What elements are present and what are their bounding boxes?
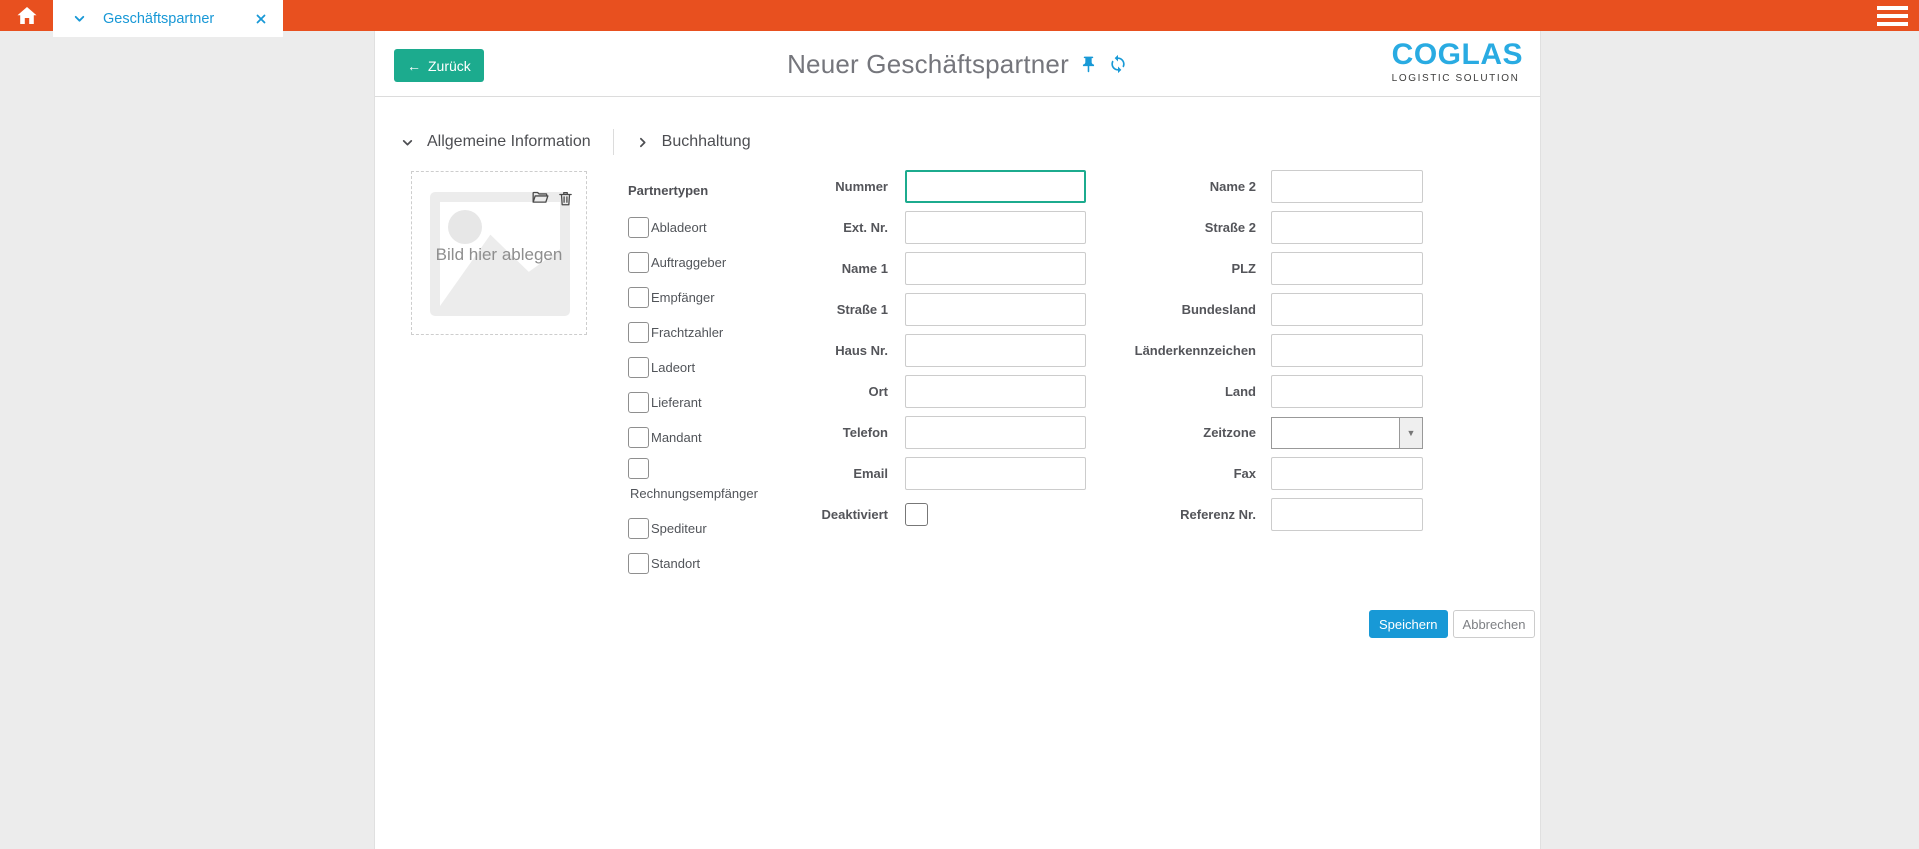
save-button[interactable]: Speichern (1369, 610, 1448, 638)
referenz-nr-field[interactable] (1271, 498, 1423, 531)
topbar: Geschäftspartner (0, 0, 1919, 31)
chevron-down-icon (401, 136, 414, 149)
field-label: PLZ (1025, 261, 1271, 276)
strasse-2-field[interactable] (1271, 211, 1423, 244)
logo-tagline: LOGISTIC SOLUTION (1392, 73, 1523, 84)
hamburger-menu-icon (1877, 6, 1908, 26)
field-label: Bundesland (1025, 302, 1271, 317)
checkbox[interactable] (628, 553, 649, 574)
field-label: Zeitzone (1025, 425, 1271, 440)
field-label: Ort (645, 384, 905, 399)
home-button[interactable] (0, 0, 53, 31)
form-row-laenderkennzeichen: Länderkennzeichen (1025, 334, 1423, 367)
pin-icon[interactable] (1079, 55, 1098, 74)
home-icon (14, 4, 40, 28)
form-row-fax: Fax (1025, 457, 1423, 490)
form-row-haus-nr: Haus Nr. (645, 334, 1086, 367)
open-folder-icon[interactable] (531, 189, 550, 207)
field-label: Telefon (645, 425, 905, 440)
section-divider (613, 129, 614, 155)
tab-label: Geschäftspartner (103, 11, 214, 27)
card-header: ← Zurück Neuer Geschäftspartner COGLAS L… (375, 31, 1540, 97)
form-actions: Speichern Abbrechen (1369, 610, 1535, 638)
field-label: Straße 1 (645, 302, 905, 317)
field-label: Referenz Nr. (1025, 507, 1271, 522)
field-label: Ext. Nr. (645, 220, 905, 235)
section-label: Buchhaltung (662, 133, 751, 151)
form-row-telefon: Telefon (645, 416, 1086, 449)
form-column-right: Name 2 Straße 2 PLZ Bundesland Länderken… (1025, 170, 1423, 539)
close-icon[interactable] (255, 13, 267, 25)
title-row: Neuer Geschäftspartner (375, 31, 1540, 97)
field-label: Land (1025, 384, 1271, 399)
trash-icon[interactable] (557, 189, 574, 207)
field-label: Name 2 (1025, 179, 1271, 194)
plz-field[interactable] (1271, 252, 1423, 285)
chevron-down-icon[interactable] (73, 12, 86, 25)
tab-geschaeftspartner[interactable]: Geschäftspartner (53, 0, 283, 37)
form-row-land: Land (1025, 375, 1423, 408)
form-row-zeitzone: Zeitzone ▼ (1025, 416, 1423, 449)
field-label: Länderkennzeichen (1025, 343, 1271, 358)
field-label: Haus Nr. (645, 343, 905, 358)
section-label: Allgemeine Information (427, 133, 591, 151)
dropzone-label: Bild hier ablegen (412, 245, 586, 265)
image-dropzone[interactable]: Bild hier ablegen (411, 171, 587, 335)
checkbox-label: Standort (651, 556, 700, 571)
form-row-strasse-1: Straße 1 (645, 293, 1086, 326)
back-arrow-icon: ← (407, 58, 421, 74)
menu-button[interactable] (1877, 6, 1908, 26)
form-row-nummer: Nummer (645, 170, 1086, 203)
name-2-field[interactable] (1271, 170, 1423, 203)
field-label: Deaktiviert (645, 507, 905, 522)
refresh-icon[interactable] (1108, 54, 1128, 74)
form-row-plz: PLZ (1025, 252, 1423, 285)
chevron-right-icon (636, 136, 649, 149)
placeholder-circle (448, 210, 482, 244)
section-tab-buchhaltung[interactable]: Buchhaltung (636, 133, 751, 151)
form-row-ext-nr: Ext. Nr. (645, 211, 1086, 244)
coglas-logo: COGLAS LOGISTIC SOLUTION (1392, 40, 1523, 84)
field-label: Email (645, 466, 905, 481)
form-column-left: Nummer Ext. Nr. Name 1 Straße 1 Haus Nr.… (645, 170, 1086, 539)
zeitzone-select[interactable]: ▼ (1271, 417, 1423, 449)
dropdown-arrow-icon[interactable]: ▼ (1399, 418, 1422, 448)
form-row-deaktiviert: Deaktiviert (645, 498, 1086, 531)
form-row-name-2: Name 2 (1025, 170, 1423, 203)
field-label: Fax (1025, 466, 1271, 481)
back-button[interactable]: ← Zurück (394, 49, 484, 82)
land-field[interactable] (1271, 375, 1423, 408)
form-row-email: Email (645, 457, 1086, 490)
form-row-strasse-2: Straße 2 (1025, 211, 1423, 244)
fax-field[interactable] (1271, 457, 1423, 490)
form-row-name-1: Name 1 (645, 252, 1086, 285)
laenderkennzeichen-field[interactable] (1271, 334, 1423, 367)
section-tab-allgemeine-information[interactable]: Allgemeine Information (401, 133, 591, 151)
select-value (1272, 418, 1399, 448)
logo-text: COGLAS (1392, 40, 1523, 70)
section-tabs: Allgemeine Information Buchhaltung (401, 127, 751, 157)
field-label: Straße 2 (1025, 220, 1271, 235)
field-label: Nummer (645, 179, 905, 194)
deaktiviert-checkbox[interactable] (905, 503, 928, 526)
cancel-button[interactable]: Abbrechen (1453, 610, 1536, 638)
page-title: Neuer Geschäftspartner (787, 49, 1069, 80)
form-row-bundesland: Bundesland (1025, 293, 1423, 326)
content-card: ← Zurück Neuer Geschäftspartner COGLAS L… (374, 31, 1541, 849)
form-row-referenz-nr: Referenz Nr. (1025, 498, 1423, 531)
form-row-ort: Ort (645, 375, 1086, 408)
partner-type-standort: Standort (628, 549, 758, 574)
bundesland-field[interactable] (1271, 293, 1423, 326)
field-label: Name 1 (645, 261, 905, 276)
back-button-label: Zurück (428, 58, 471, 74)
